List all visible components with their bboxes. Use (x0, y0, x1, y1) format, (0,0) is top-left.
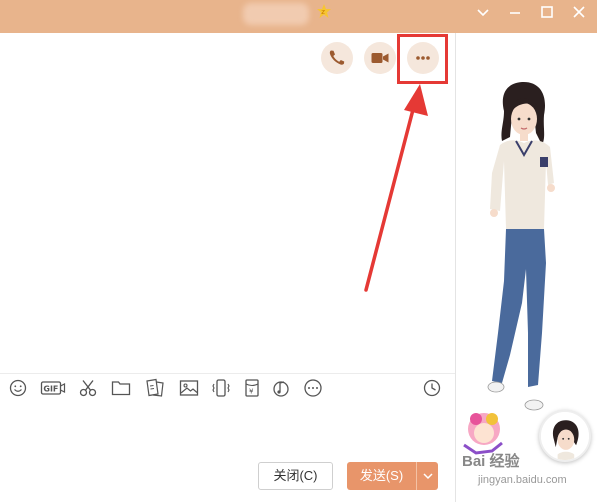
vip-badge-icon: z (317, 4, 331, 18)
highlight-frame (397, 34, 448, 84)
voice-call-button[interactable] (321, 42, 353, 74)
maximize-button[interactable] (534, 2, 560, 24)
maximize-icon (541, 6, 553, 18)
music-icon (273, 381, 289, 397)
close-button[interactable]: 关闭(C) (258, 462, 333, 490)
message-input[interactable] (0, 404, 455, 459)
chevron-down-icon (423, 473, 433, 480)
title-bar: z (0, 0, 597, 33)
send-options-button[interactable] (416, 462, 438, 490)
folder-icon (111, 381, 131, 396)
ecard-icon (146, 378, 164, 397)
video-call-button[interactable] (364, 42, 396, 74)
close-window-button[interactable] (566, 2, 592, 24)
minimize-icon (510, 12, 520, 14)
minimize-button[interactable] (502, 2, 528, 24)
dropdown-button[interactable] (470, 2, 496, 24)
ecard-button[interactable] (144, 377, 166, 399)
gif-label: GIF (43, 385, 58, 394)
svg-text:z: z (321, 8, 325, 16)
image-icon (179, 380, 199, 396)
shake-button[interactable] (210, 377, 232, 399)
red-packet-button[interactable]: ¥ (241, 377, 263, 399)
red-packet-icon: ¥ (245, 379, 259, 397)
red-packet-label: ¥ (249, 388, 254, 396)
gif-button[interactable]: GIF (40, 377, 66, 399)
annotation-arrow (364, 84, 428, 292)
image-button[interactable] (178, 377, 200, 399)
shake-icon (212, 379, 230, 397)
input-toolbar: GIF ¥ (0, 374, 455, 404)
phone-icon (329, 50, 345, 65)
more-tools-button[interactable] (302, 377, 324, 399)
gif-icon: GIF (40, 381, 66, 395)
watermark-url: jingyan.baidu.com (478, 474, 567, 486)
more-icon (304, 379, 322, 397)
history-button[interactable] (421, 377, 443, 399)
contact-name-blurred (243, 3, 309, 25)
music-button[interactable] (270, 377, 292, 399)
send-button[interactable]: 发送(S) (347, 462, 416, 490)
video-camera-icon (371, 53, 389, 63)
emoji-icon (9, 379, 27, 397)
history-clock-icon (423, 379, 441, 397)
close-icon (573, 6, 585, 18)
chevron-down-icon (477, 9, 489, 17)
file-button[interactable] (110, 377, 132, 399)
emoji-button[interactable] (7, 377, 29, 399)
screenshot-button[interactable] (77, 377, 99, 399)
watermark-logo: Bai 经验 (462, 453, 520, 470)
baidu-watermark: Bai 经验 jingyan.baidu.com (458, 450, 594, 492)
scissors-icon (79, 380, 97, 397)
